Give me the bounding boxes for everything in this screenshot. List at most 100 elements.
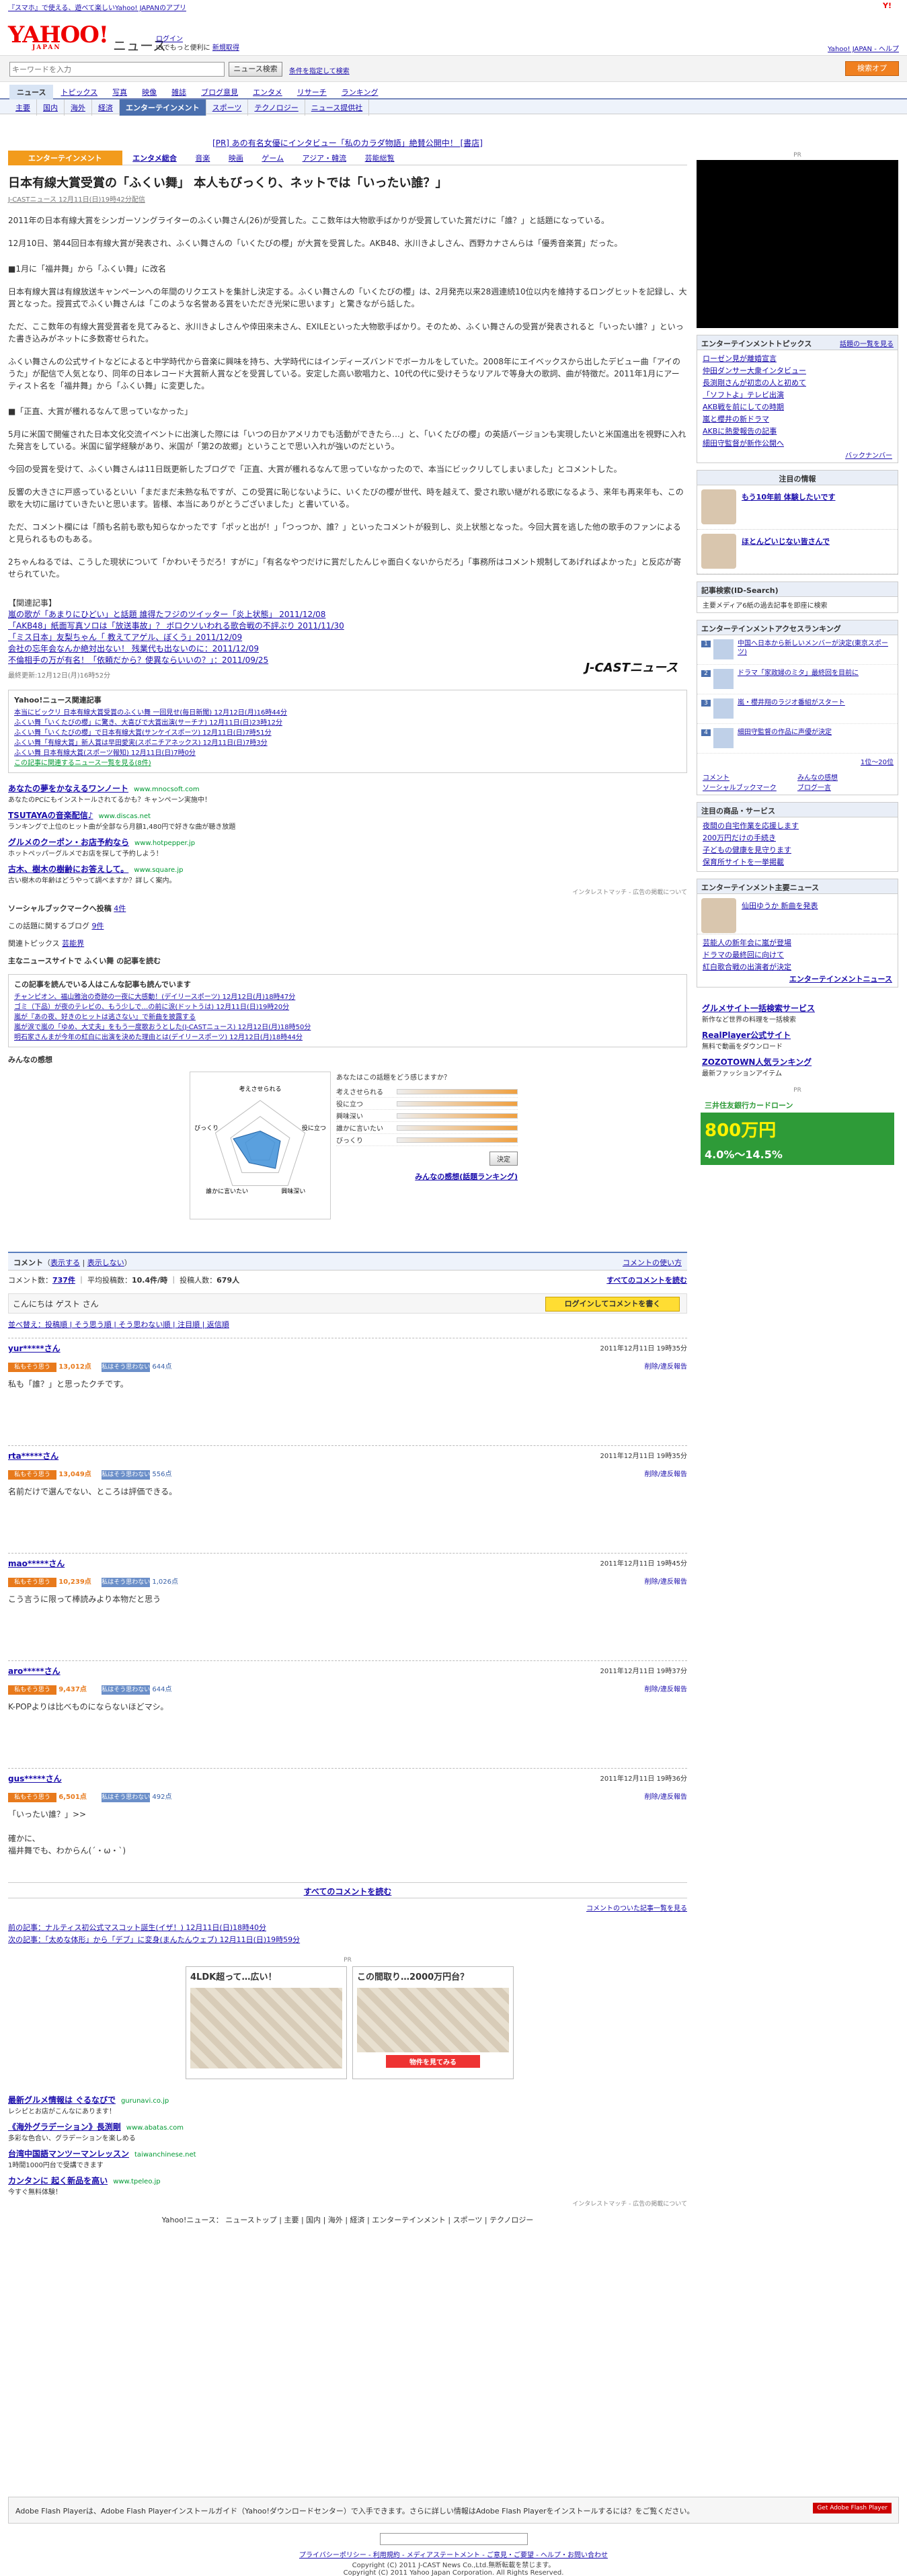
related-news-more[interactable]: この記事に関連するニュース一覧を見る(8件) bbox=[14, 758, 681, 768]
login-to-comment-button[interactable]: ログインしてコメントを書く bbox=[545, 1297, 680, 1312]
agree-button[interactable]: 私もそう思う bbox=[8, 1793, 56, 1802]
subnav-entertainment[interactable]: エンターテインメント bbox=[120, 99, 206, 116]
disagree-button[interactable]: 私はそう思わない bbox=[102, 1363, 150, 1372]
ad-item[interactable]: グルメのクーポン・お店予約なら www.hotpepper.jp ホットペッパーグル… bbox=[8, 836, 687, 858]
social-count[interactable]: 4件 bbox=[114, 904, 126, 913]
agree-button[interactable]: 私もそう思う bbox=[8, 1578, 56, 1587]
notice-item[interactable]: ほとんどいじない皆さんで bbox=[697, 530, 898, 574]
vote-row[interactable]: 興味深い bbox=[336, 1110, 518, 1122]
topic-link[interactable]: AKBに熱愛報告の記事 bbox=[703, 426, 892, 438]
vote-row[interactable]: 役に立つ bbox=[336, 1098, 518, 1110]
rank-type-link[interactable]: コメント bbox=[703, 772, 797, 782]
jcast-logo[interactable]: J-CASTニュース bbox=[585, 662, 678, 674]
report-link[interactable]: 削除/違反報告 bbox=[645, 1468, 687, 1478]
topic-link[interactable]: ローゼン見が離婚宣言 bbox=[703, 353, 892, 365]
disagree-button[interactable]: 私はそう思わない bbox=[102, 1793, 150, 1802]
also-read-item[interactable]: 嵐が涙で嵐の「ゆめ、大丈夫」をもう一度歌おうとした(J-CASTニュース) 12… bbox=[14, 1022, 681, 1033]
next-article-link[interactable]: 次の記事：「太めな体形」から「デブ」に変身(まんたんウェブ) 12月11日(日)… bbox=[8, 1934, 687, 1946]
rank-type-link[interactable]: ブログ一言 bbox=[797, 782, 892, 792]
comment-user[interactable]: aro*****さん bbox=[8, 1666, 61, 1676]
vote-scale[interactable] bbox=[397, 1125, 518, 1131]
cat-tab-5[interactable]: 芸能総覧 bbox=[357, 151, 403, 165]
topic-link[interactable]: 仲田ダンサー大衆インタビュー bbox=[703, 365, 892, 377]
related-topic-link[interactable]: 芸能界 bbox=[62, 939, 84, 948]
ranking-more-link[interactable]: 1位〜20位 bbox=[697, 754, 898, 769]
minna-ranking-link[interactable]: みんなの感想(話題ランキング) bbox=[336, 1171, 518, 1182]
nav-ranking[interactable]: ランキング bbox=[334, 85, 386, 99]
comment-user[interactable]: mao*****さん bbox=[8, 1559, 65, 1568]
login-link[interactable]: ログイン bbox=[156, 36, 183, 43]
goods-link[interactable]: 夜間の自宅作業を応援します bbox=[703, 820, 892, 832]
vote-row[interactable]: 考えさせられる bbox=[336, 1086, 518, 1098]
house-ad-a[interactable]: 4LDK超って…広い！ bbox=[186, 1966, 347, 2079]
house-ad-button[interactable]: 物件を見てみる bbox=[386, 2055, 480, 2068]
goods-link[interactable]: 保育所サイトを一挙掲載 bbox=[703, 856, 892, 869]
ad-item[interactable]: あなたの夢をかなえるワンノート www.mnocsoft.com あなたのPCにもイ… bbox=[8, 782, 687, 804]
cardloan-banner[interactable]: 三井住友銀行カードローン 800万円 4.0%〜14.5% bbox=[701, 1098, 894, 1165]
footer-search-input[interactable] bbox=[379, 2533, 528, 2545]
topic-link[interactable]: 嵐と櫻井の新ドラマ bbox=[703, 413, 892, 426]
nav-blog[interactable]: ブログ意見 bbox=[194, 85, 245, 99]
yahoo-mini-logo[interactable]: Y! bbox=[883, 1, 899, 11]
vote-row[interactable]: 誰かに言いたい bbox=[336, 1122, 518, 1134]
comment-user[interactable]: gus*****さん bbox=[8, 1774, 62, 1783]
nav-topics[interactable]: トピックス bbox=[53, 85, 105, 99]
topic-link[interactable]: 「ソフトよ」テレビ出演 bbox=[703, 389, 892, 401]
promo-link[interactable]: 『スマホ』で使える、遊べて楽しいYahoo! JAPANのアプリ bbox=[8, 5, 186, 12]
disagree-button[interactable]: 私はそう思わない bbox=[102, 1470, 150, 1480]
main-news-item[interactable]: 仙田ゆうか 新曲を発表 bbox=[697, 894, 898, 934]
report-link[interactable]: 削除/違反報告 bbox=[645, 1361, 687, 1371]
vote-scale[interactable] bbox=[397, 1088, 518, 1094]
nav-photo[interactable]: 写真 bbox=[105, 85, 134, 99]
sort-bar[interactable]: 並べ替え：投稿順 | そう思う順 | そう思わない順 | 注目順 | 返信順 bbox=[8, 1319, 687, 1331]
ad-credit[interactable]: インタレストマッチ - 広告の掲載について bbox=[8, 887, 687, 896]
cat-tab-4[interactable]: アジア・韓流 bbox=[294, 151, 355, 165]
agree-button[interactable]: 私もそう思う bbox=[8, 1363, 56, 1372]
related-news-item[interactable]: ふくい舞「いくたびの櫻」に驚き、大喜びで大賞出演(サーチナ) 12月11日(日)… bbox=[14, 718, 681, 728]
article-byline[interactable]: J-CASTニュース 12月11日(日)19時42分配信 bbox=[8, 194, 687, 204]
nav-magazine[interactable]: 雑誌 bbox=[164, 85, 194, 99]
goods-link[interactable]: 子どもの健康を見守ります bbox=[703, 844, 892, 856]
related-link[interactable]: 「ミス日本」友梨ちゃん「 教えてアゲル、ぼくう」2011/12/09 bbox=[8, 632, 687, 643]
house-ad-b[interactable]: この間取り…2000万円台？ 物件を見てみる bbox=[352, 1966, 514, 2079]
cat-tab-3[interactable]: ゲーム bbox=[253, 151, 292, 165]
topic-link[interactable]: 長渕剛さんが初恋の人と初めて bbox=[703, 377, 892, 389]
advanced-search-link[interactable]: 条件を指定して検索 bbox=[289, 65, 350, 75]
goods-link[interactable]: 200万円だけの手続き bbox=[703, 832, 892, 844]
topic-link[interactable]: AKB戦を前にしての時期 bbox=[703, 401, 892, 413]
entertainment-news-link[interactable]: エンターテインメントニュース bbox=[703, 973, 892, 984]
also-read-item[interactable]: ゴミ（下品）が夜のテレビの、もう少しで…の前に涙(ドットうは) 12月11日(日… bbox=[14, 1002, 681, 1012]
related-news-item[interactable]: 本当にビックリ 日本有線大賞受賞のふくい舞 一回見せ(毎日新聞) 12月12日(… bbox=[14, 708, 681, 718]
related-link[interactable]: 嵐の歌が「あまりにひどい」と話題 誰得たフジのツイッター「炎上状態」 2011/… bbox=[8, 609, 687, 620]
show-comments[interactable]: 表示する bbox=[50, 1258, 80, 1267]
see-all-comments-link[interactable]: すべてのコメントを読む bbox=[606, 1275, 687, 1285]
vote-scale[interactable] bbox=[397, 1113, 518, 1119]
nav-video[interactable]: 映像 bbox=[134, 85, 164, 99]
subnav-tech[interactable]: テクノロジー bbox=[248, 99, 305, 116]
disagree-button[interactable]: 私はそう思わない bbox=[102, 1685, 150, 1695]
vote-row[interactable]: びっくり bbox=[336, 1134, 518, 1146]
footer-nav[interactable]: Yahoo!ニュース： ニューストップ | 主要 | 国内 | 海外 | 経済 … bbox=[8, 2214, 687, 2225]
comment-user[interactable]: rta*****さん bbox=[8, 1451, 58, 1461]
rank-row[interactable]: 1 中国へ日本から新しいメンバーが決定(東京スポーツ) bbox=[697, 635, 898, 665]
read-all-comments-link[interactable]: すべてのコメントを読む bbox=[304, 1887, 392, 1896]
topic-link[interactable]: 細田守監督が新作公開へ bbox=[703, 438, 892, 450]
rank-row[interactable]: 3 嵐・櫻井翔のラジオ番組がスタート bbox=[697, 694, 898, 724]
search-button[interactable]: ニュース検索 bbox=[229, 62, 282, 77]
search-input[interactable] bbox=[9, 62, 225, 77]
ad-item[interactable]: 最新グルメ情報は ぐるなびで gurunavi.co.jp レシピとお店がこんなにあ… bbox=[8, 2094, 687, 2116]
cat-tab-0[interactable]: エンタメ総合 bbox=[124, 151, 185, 165]
subnav-sports[interactable]: スポーツ bbox=[206, 99, 249, 116]
main-news-link[interactable]: ドラマの最終回に向けて bbox=[703, 949, 892, 961]
agree-button[interactable]: 私もそう思う bbox=[8, 1470, 56, 1480]
related-link[interactable]: 会社の忘年会なんか絶対出ない！ 残業代も出ないのに：2011/12/09 bbox=[8, 643, 687, 655]
vote-scale[interactable] bbox=[397, 1100, 518, 1106]
side-ad-banner[interactable] bbox=[697, 160, 898, 328]
commented-articles-link[interactable]: コメントのついた記事一覧を見る bbox=[8, 1902, 687, 1913]
related-news-item[interactable]: ふくい舞「いくたびの櫻」で日本有線大賞(サンケイスポーツ) 12月11日(日)7… bbox=[14, 728, 681, 738]
header-right-links[interactable]: Yahoo! JAPAN - ヘルプ bbox=[828, 43, 899, 53]
main-news-link[interactable]: 芸能人の新年会に嵐が登場 bbox=[703, 937, 892, 949]
blog-count-link[interactable]: 9件 bbox=[92, 922, 104, 930]
agree-button[interactable]: 私もそう思う bbox=[8, 1685, 56, 1695]
ad-credit-2[interactable]: インタレストマッチ - 広告の掲載について bbox=[8, 2199, 687, 2208]
